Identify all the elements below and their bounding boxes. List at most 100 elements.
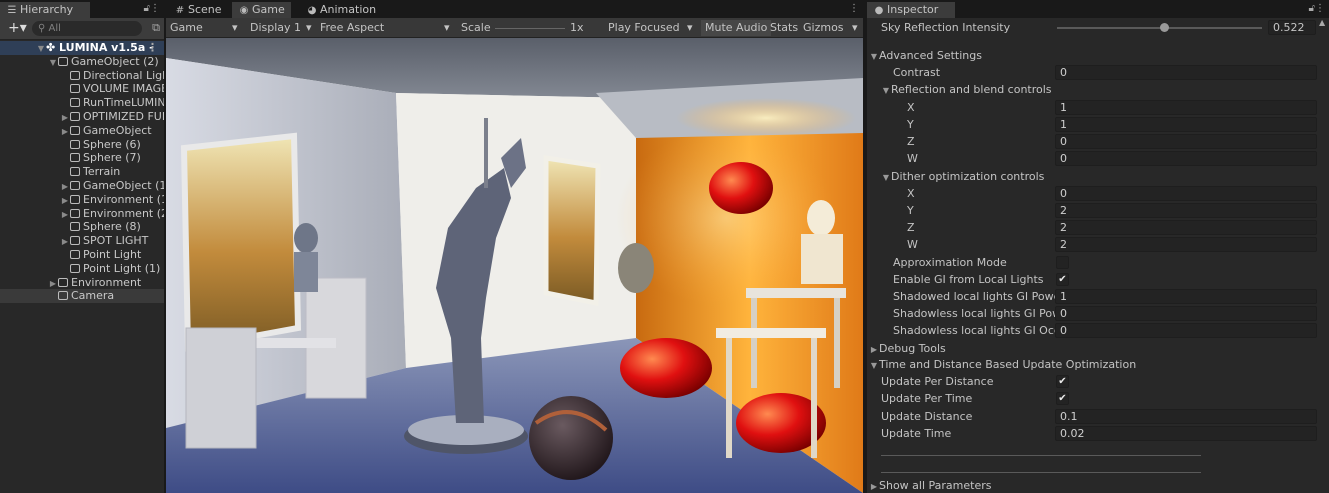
scale-slider-track[interactable] — [495, 28, 565, 29]
filter-icon[interactable]: ⧉ — [152, 21, 160, 35]
display-dropdown[interactable]: Display 1 — [250, 21, 301, 35]
inspector-tabbar: ● Inspector 🔓︎ ⋮ — [867, 0, 1329, 18]
aspect-dropdown[interactable]: Free Aspect — [320, 21, 384, 35]
foldout-open-icon: ▼ — [882, 86, 890, 95]
hierarchy-row[interactable]: ▶ GameObject — [0, 124, 164, 138]
hierarchy-row[interactable]: ▶ GameObject (1) — [0, 179, 164, 193]
update-per-distance-checkbox[interactable]: ✔ — [1056, 375, 1069, 388]
play-mode-dropdown[interactable]: Play Focused — [608, 21, 680, 35]
reflection-z-label: Z — [907, 135, 915, 148]
shadowed-gi-power-label: Shadowed local lights GI Power — [893, 290, 1065, 303]
hierarchy-scene-row[interactable]: ▼ ✤ LUMINA v1.5a - ⋮ — [0, 41, 164, 55]
hierarchy-row-label: Point Light (1) — [83, 261, 161, 275]
approximation-mode-checkbox[interactable] — [1056, 256, 1069, 269]
game-view-dropdown[interactable]: Game — [170, 21, 203, 35]
hierarchy-row[interactable]: Point Light — [0, 248, 164, 262]
hierarchy-row[interactable]: ▼ GameObject (2) — [0, 55, 164, 69]
shadowless-gi-occlu-field[interactable]: 0 — [1055, 323, 1317, 338]
reflection-w-field[interactable]: 0 — [1055, 151, 1317, 166]
hierarchy-row-label: Point Light — [83, 247, 142, 261]
hierarchy-row[interactable]: ▶ OPTIMIZED FUL — [0, 110, 164, 124]
dither-foldout[interactable]: ▼ Dither optimization controls — [867, 169, 1329, 185]
reflection-z-field[interactable]: 0 — [1055, 134, 1317, 149]
expand-closed-icon[interactable]: ▶ — [60, 194, 70, 208]
debug-tools-foldout[interactable]: ▶ Debug Tools — [867, 341, 1329, 357]
expand-closed-icon[interactable]: ▶ — [60, 180, 70, 194]
update-time-label: Update Time — [881, 427, 952, 440]
hierarchy-row[interactable]: VOLUME IMAGE — [0, 82, 164, 96]
expand-closed-icon[interactable]: ▶ — [60, 111, 70, 125]
expand-closed-icon[interactable]: ▶ — [48, 277, 58, 291]
hierarchy-row[interactable]: ▶ Environment (1) — [0, 193, 164, 207]
expand-open-icon[interactable]: ▼ — [36, 42, 46, 56]
stats-button[interactable]: Stats — [770, 21, 798, 35]
show-all-parameters-foldout[interactable]: ▶ Show all Parameters — [867, 478, 1329, 493]
reflection-x-field[interactable]: 1 — [1055, 100, 1317, 115]
add-object-button[interactable]: +▾ — [8, 20, 27, 36]
hierarchy-row-label: GameObject (2) — [71, 54, 159, 68]
kebab-menu-icon[interactable]: ⋮ — [150, 2, 160, 16]
reflection-blend-foldout[interactable]: ▼ Reflection and blend controls — [867, 82, 1329, 98]
dither-x-field[interactable]: 0 — [1055, 186, 1317, 201]
tab-inspector[interactable]: ● Inspector — [867, 2, 955, 18]
dither-w-field[interactable]: 2 — [1055, 237, 1317, 252]
expand-closed-icon[interactable]: ▶ — [60, 235, 70, 249]
shadowless-gi-occlu-label: Shadowless local lights GI Occlu — [893, 324, 1070, 337]
hierarchy-row[interactable]: ▶ Environment — [0, 276, 164, 290]
dropdown-arrow-icon: ▾ — [444, 21, 450, 34]
enable-gi-checkbox[interactable]: ✔ — [1056, 273, 1069, 286]
sky-reflection-value[interactable]: 0.522 — [1268, 20, 1316, 35]
reflection-y-label: Y — [907, 118, 914, 131]
time-distance-foldout[interactable]: ▼ Time and Distance Based Update Optimiza… — [867, 357, 1329, 373]
expand-closed-icon[interactable]: ▶ — [60, 125, 70, 139]
dither-z-field[interactable]: 2 — [1055, 220, 1317, 235]
dither-y-field[interactable]: 2 — [1055, 203, 1317, 218]
kebab-menu-icon[interactable]: ⋮ — [1315, 2, 1325, 16]
kebab-menu-icon[interactable]: ⋮ — [147, 41, 158, 55]
expand-closed-icon[interactable]: ▶ — [60, 208, 70, 222]
sky-reflection-knob[interactable] — [1160, 23, 1169, 32]
update-distance-field[interactable]: 0.1 — [1055, 409, 1317, 424]
dropdown-arrow-icon: ▾ — [687, 21, 693, 34]
hierarchy-row[interactable]: Point Light (1) — [0, 262, 164, 276]
foldout-closed-icon: ▶ — [870, 482, 878, 491]
hierarchy-row[interactable]: Terrain — [0, 165, 164, 179]
dither-y-row: Y 2 — [867, 203, 1329, 219]
advanced-settings-foldout[interactable]: ▼ Advanced Settings — [867, 48, 1329, 64]
contrast-field[interactable]: 0 — [1055, 65, 1317, 80]
expand-open-icon[interactable]: ▼ — [48, 56, 58, 70]
hierarchy-search-input[interactable]: ⚲ All — [32, 21, 142, 36]
gameobject-cube-icon — [70, 180, 80, 190]
reflection-y-row: Y 1 — [867, 117, 1329, 133]
gameobject-cube-icon — [70, 98, 80, 108]
update-distance-label: Update Distance — [881, 410, 973, 423]
kebab-menu-icon[interactable]: ⋮ — [849, 2, 859, 16]
shadowed-gi-power-field[interactable]: 1 — [1055, 289, 1317, 304]
update-time-field[interactable]: 0.02 — [1055, 426, 1317, 441]
gameobject-cube-icon — [70, 167, 80, 177]
gizmos-button[interactable]: Gizmos — [803, 21, 844, 35]
hierarchy-row[interactable]: Camera — [0, 289, 164, 304]
tab-animation[interactable]: ◕ Animation — [300, 2, 382, 18]
gameobject-cube-icon — [70, 208, 80, 218]
hierarchy-row[interactable]: Sphere (7) — [0, 151, 164, 165]
dropdown-arrow-icon: ▾ — [852, 21, 858, 34]
tab-game[interactable]: ◉ Game — [232, 2, 291, 18]
tab-hierarchy[interactable]: ☰ Hierarchy — [0, 2, 90, 18]
update-per-time-checkbox[interactable]: ✔ — [1056, 392, 1069, 405]
hierarchy-row[interactable]: Sphere (6) — [0, 138, 164, 152]
gameobject-cube-icon — [70, 194, 80, 204]
mute-audio-button[interactable]: Mute Audio — [701, 20, 772, 36]
hierarchy-row[interactable]: RunTimeLUMIN — [0, 96, 164, 110]
tab-scene[interactable]: # Scene — [168, 2, 228, 18]
hierarchy-row[interactable]: ▶ Environment (2) — [0, 207, 164, 221]
reflection-y-field[interactable]: 1 — [1055, 117, 1317, 132]
hierarchy-row[interactable]: Directional Ligh — [0, 69, 164, 83]
game-render-view[interactable] — [166, 38, 863, 493]
gameobject-cube-icon — [70, 111, 80, 121]
reflection-w-label: W — [907, 152, 918, 165]
hierarchy-row[interactable]: Sphere (8) — [0, 220, 164, 234]
hierarchy-row[interactable]: ▶ SPOT LIGHT — [0, 234, 164, 248]
shadowless-gi-power-field[interactable]: 0 — [1055, 306, 1317, 321]
animation-icon: ◕ — [307, 5, 317, 16]
